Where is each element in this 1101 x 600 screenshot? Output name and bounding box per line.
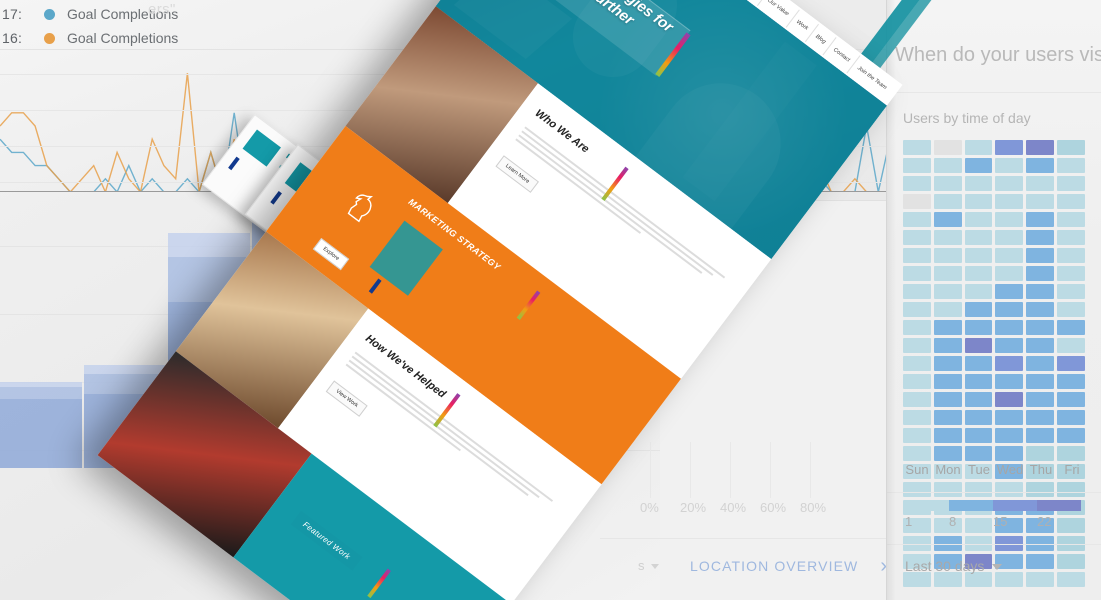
website-mockup-overlay: SCHAFFER AboutServicesOur ValueWorkBlogC… (0, 0, 1101, 600)
section-accent-block (369, 220, 443, 296)
chess-knight-icon (347, 194, 374, 223)
section-button[interactable]: Explore (312, 237, 349, 271)
screenshot-stage: 17: Goal Completions 16: Goal Completion… (0, 0, 1101, 600)
website-mockup-page: SCHAFFER AboutServicesOur ValueWorkBlogC… (97, 0, 903, 600)
section-button-accent (368, 278, 382, 294)
section-button[interactable]: View Work (325, 380, 368, 417)
section-button[interactable]: Learn More (495, 155, 540, 193)
